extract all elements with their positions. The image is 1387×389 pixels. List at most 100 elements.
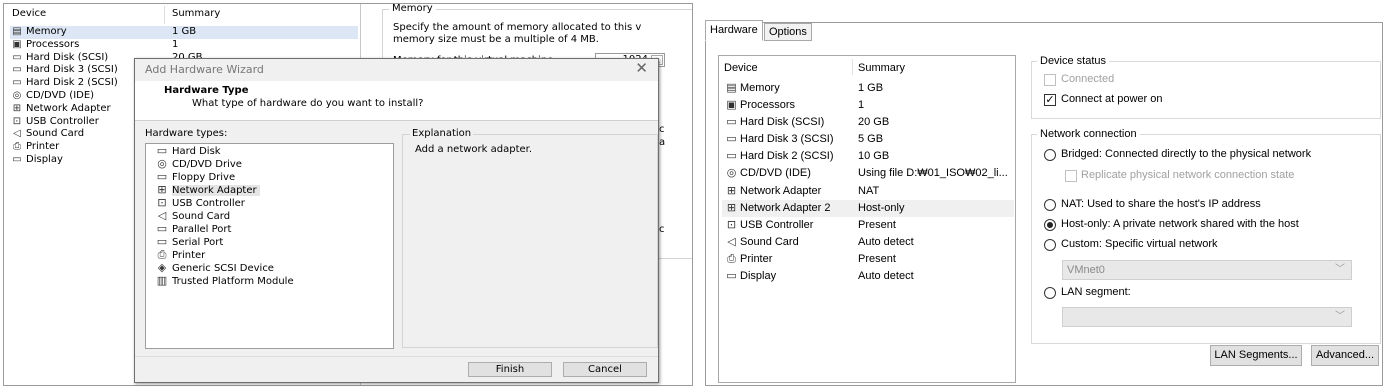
device-name-cell: ◎ CD/DVD (IDE) [724, 165, 811, 182]
cd-dvd-icon: ◎ [726, 166, 737, 180]
device-name-cell: ▣ Processors [10, 39, 79, 52]
col-summary-header[interactable]: Summary [858, 62, 905, 74]
hard-disk-icon: ▭ [156, 144, 168, 157]
device-row[interactable]: ⊞ Network Adapter NAT [722, 183, 1014, 200]
device-name: Hard Disk 2 (SCSI) [26, 77, 118, 89]
sound-card-icon: ◁ [727, 234, 736, 248]
close-icon[interactable]: ✕ [635, 59, 648, 77]
device-row[interactable]: ⎙ Printer Present [722, 251, 1014, 268]
device-summary: Using file D:₩01_ISO₩02_li... [858, 167, 1008, 180]
divider [135, 356, 658, 357]
nat-radio[interactable] [1044, 199, 1056, 211]
wizard-subheading: What type of hardware do you want to ins… [192, 98, 424, 109]
device-rows: ▤ Memory 1 GB ▣ Processors 1 ▭ Hard Disk (SCSI)… [722, 80, 1014, 285]
device-name: CD/DVD (IDE) [26, 89, 95, 101]
hardware-types-label: Hardware types: [145, 128, 228, 139]
device-row[interactable]: ▣ Processors 1 [722, 97, 1014, 114]
hard-disk-icon: ▭ [726, 115, 737, 129]
usb-controller-icon: ⊡ [12, 115, 22, 127]
device-row[interactable]: ◁ Sound Card Auto detect [722, 234, 1014, 251]
custom-network-select[interactable]: VMnet0 ﹀ [1062, 260, 1352, 280]
connected-checkbox[interactable] [1044, 74, 1056, 86]
replicate-state-label: Replicate physical network connection st… [1081, 169, 1295, 181]
device-name: Network Adapter 2 [740, 201, 831, 214]
col-device-header[interactable]: Device [724, 62, 758, 74]
lan-segment-select[interactable]: ﹀ [1062, 307, 1352, 327]
device-name: Sound Card [26, 128, 85, 140]
host-only-label: Host-only: A private network shared with… [1061, 218, 1299, 230]
hardware-type-item[interactable]: ▥ Trusted Platform Module [146, 275, 393, 288]
device-summary: 1 GB [172, 26, 197, 37]
device-name-cell: ◁ Sound Card [724, 234, 798, 251]
device-summary: 5 GB [858, 133, 884, 146]
tpm-icon: ▥ [156, 274, 168, 287]
device-row[interactable]: ⊡ USB Controller Present [722, 217, 1014, 234]
hardware-type-item[interactable]: ▭ Serial Port [146, 236, 393, 249]
sound-card-icon: ◁ [13, 128, 21, 140]
device-summary: 1 [172, 38, 179, 50]
hardware-type-item[interactable]: ◁ Sound Card [146, 210, 393, 223]
column-separator [164, 6, 165, 24]
device-name: Network Adapter [740, 184, 822, 197]
device-name: Display [26, 153, 63, 165]
printer-icon: ⎙ [727, 251, 736, 265]
hardware-type-item[interactable]: ▭ Hard Disk [146, 145, 393, 158]
hardware-types-list[interactable]: ▭ Hard Disk ◎ CD/DVD Drive ▭ Floppy Drive ⊞ Net… [145, 143, 394, 349]
device-row[interactable]: ⊞ Network Adapter 2 Host-only [722, 199, 1014, 217]
hard-disk-icon: ▭ [12, 77, 22, 89]
device-status-group: Device status Connected ✓ Connect at pow… [1031, 55, 1381, 119]
col-summary-header[interactable]: Summary [172, 8, 220, 24]
custom-radio[interactable] [1044, 239, 1056, 251]
hard-disk-icon: ▭ [12, 51, 22, 63]
hardware-type-item[interactable]: ⊡ USB Controller [146, 197, 393, 210]
device-name: Printer [740, 252, 773, 265]
hardware-type-label: Generic SCSI Device [172, 263, 274, 274]
device-row[interactable]: ◎ CD/DVD (IDE) Using file D:₩01_ISO₩02_li.… [722, 165, 1014, 182]
printer-icon: ⎙ [13, 141, 21, 153]
col-device-header[interactable]: Device [12, 8, 46, 24]
hardware-type-item[interactable]: ⊞ Network Adapter [146, 184, 393, 197]
display-icon: ▭ [726, 269, 737, 283]
replicate-state-checkbox[interactable] [1065, 170, 1077, 182]
device-row[interactable]: ▣ Processors 1 [10, 39, 358, 52]
device-summary: 1 [858, 99, 865, 112]
device-name: Memory [26, 26, 67, 37]
hardware-type-item[interactable]: ▭ Parallel Port [146, 223, 393, 236]
lan-segments-button[interactable]: LAN Segments... [1210, 345, 1302, 366]
hardware-type-label: Sound Card [172, 211, 231, 222]
device-row[interactable]: ▭ Hard Disk 2 (SCSI) 10 GB [722, 148, 1014, 165]
memory-description-line: Specify the amount of memory allocated t… [393, 22, 642, 33]
hardware-type-item[interactable]: ▭ Floppy Drive [146, 171, 393, 184]
lan-segment-label: LAN segment: [1061, 286, 1131, 298]
device-summary: 10 GB [858, 150, 890, 163]
device-row[interactable]: ▭ Display Auto detect [722, 268, 1014, 285]
device-summary: Auto detect [858, 270, 914, 283]
clipped-text: a [659, 137, 666, 148]
bridged-radio[interactable] [1044, 149, 1056, 161]
finish-button[interactable]: Finish [468, 362, 552, 377]
device-name-cell: ▭ Hard Disk (SCSI) [10, 52, 108, 65]
device-row[interactable]: ▤ Memory 1 GB [722, 80, 1014, 97]
hard-disk-icon: ▭ [726, 132, 737, 146]
hardware-type-item[interactable]: ◎ CD/DVD Drive [146, 158, 393, 171]
hardware-type-item[interactable]: ◈ Generic SCSI Device [146, 262, 393, 275]
device-summary: Present [858, 252, 896, 265]
network-adapter-icon: ⊞ [12, 102, 22, 114]
advanced-button[interactable]: Advanced... [1311, 345, 1379, 366]
hardware-type-label: Printer [172, 250, 206, 261]
tab-options[interactable]: Options [764, 23, 812, 41]
tab-hardware[interactable]: Hardware [705, 20, 763, 41]
lan-segment-radio[interactable] [1044, 287, 1056, 299]
device-row[interactable]: ▭ Hard Disk 3 (SCSI) 5 GB [722, 131, 1014, 148]
generic-scsi-icon: ◈ [157, 261, 167, 274]
device-row[interactable]: ▭Hard Disk (SCSI) 20 GB [722, 114, 1014, 131]
device-name-cell: ▭ Hard Disk (SCSI) [724, 114, 824, 131]
host-only-radio[interactable] [1044, 219, 1056, 231]
hardware-type-label: Network Adapter [172, 185, 260, 196]
connect-at-power-on-checkbox[interactable]: ✓ [1044, 94, 1056, 106]
hardware-type-item[interactable]: ⎙ Printer [146, 249, 393, 262]
display-icon: ▭ [12, 153, 22, 165]
device-row[interactable]: ▤ Memory 1 GB [10, 26, 358, 39]
cancel-button[interactable]: Cancel [563, 362, 647, 377]
hardware-type-label: Trusted Platform Module [172, 276, 294, 287]
